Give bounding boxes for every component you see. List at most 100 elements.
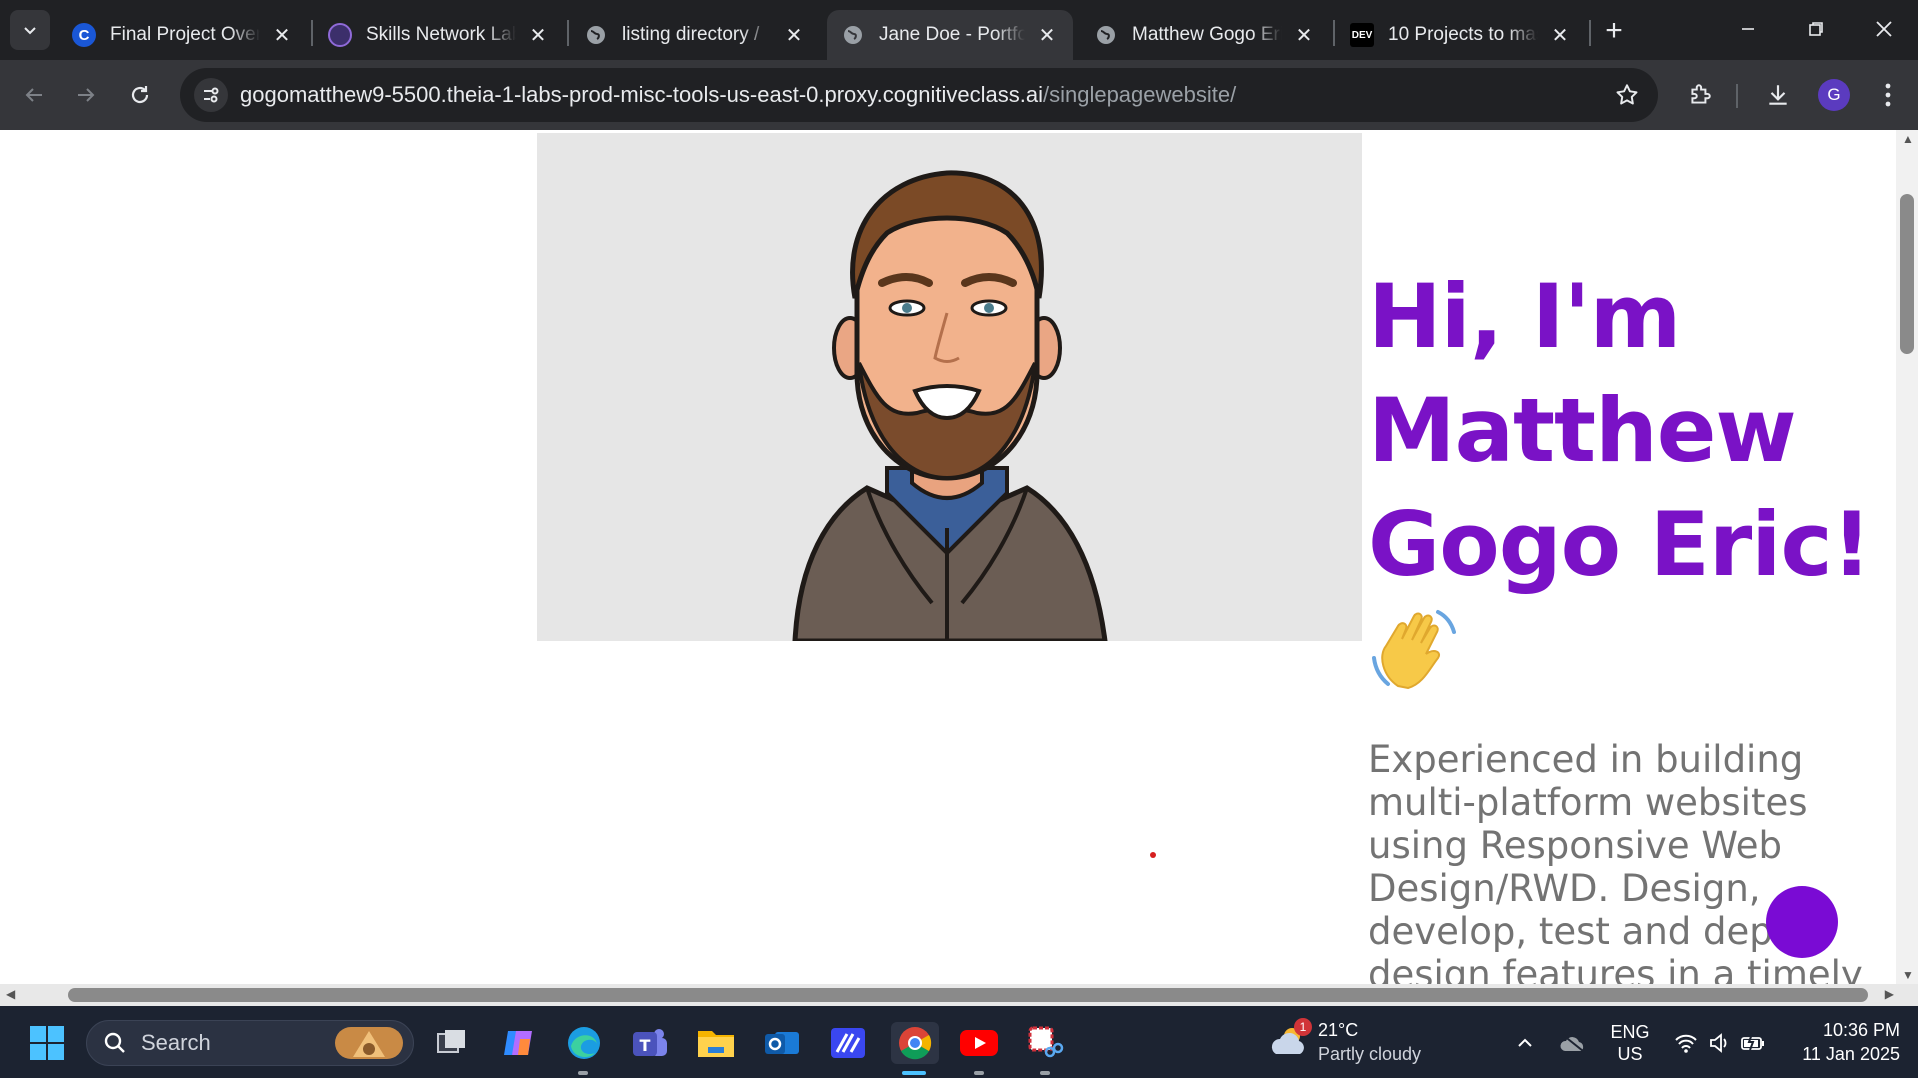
profile-avatar[interactable]: G bbox=[1818, 79, 1850, 111]
tab-listing-directory[interactable]: listing directory / ✕ bbox=[570, 10, 820, 60]
forward-button[interactable] bbox=[64, 73, 108, 117]
tab-10-projects[interactable]: DEV 10 Projects to mas ✕ bbox=[1336, 10, 1586, 60]
tab-separator bbox=[567, 20, 569, 46]
search-highlight-icon bbox=[335, 1027, 403, 1059]
back-button[interactable] bbox=[12, 73, 56, 117]
downloads-button[interactable] bbox=[1756, 73, 1800, 117]
address-bar[interactable]: gogomatthew9-5500.theia-1-labs-prod-misc… bbox=[180, 68, 1658, 122]
snipping-tool-icon bbox=[1028, 1026, 1064, 1058]
tab-title: Matthew Gogo Eric bbox=[1132, 24, 1282, 45]
app-running-indicator bbox=[1040, 1071, 1050, 1075]
task-view-button[interactable] bbox=[430, 1022, 472, 1064]
tab-matthew-gogo-eric[interactable]: Matthew Gogo Eric ✕ bbox=[1080, 10, 1330, 60]
show-hidden-icons-button[interactable] bbox=[1504, 1022, 1546, 1064]
windows-logo-icon bbox=[30, 1026, 64, 1060]
taskbar-search[interactable]: Search bbox=[86, 1020, 414, 1066]
waving-hand-icon bbox=[1372, 610, 1456, 690]
scroll-down-arrow-icon[interactable]: ▼ bbox=[1902, 968, 1914, 982]
clock[interactable]: 10:36 PM 11 Jan 2025 bbox=[1784, 1020, 1900, 1068]
app-active-indicator bbox=[902, 1071, 926, 1075]
minimize-button[interactable] bbox=[1714, 0, 1782, 58]
coursera-icon: C bbox=[72, 23, 96, 47]
toolbar-divider bbox=[1736, 84, 1738, 108]
tab-jane-doe-portfolio[interactable]: Jane Doe - Portfoli ✕ bbox=[827, 10, 1073, 60]
cursor-dot bbox=[1150, 852, 1156, 858]
close-icon[interactable]: ✕ bbox=[1292, 23, 1316, 47]
scroll-left-arrow-icon[interactable]: ◀ bbox=[6, 987, 15, 1001]
tab-separator bbox=[1333, 20, 1335, 46]
region-code: US bbox=[1617, 1044, 1643, 1064]
chrome-app[interactable] bbox=[891, 1022, 939, 1064]
new-tab-button[interactable]: + bbox=[1597, 14, 1631, 48]
vertical-scrollbar[interactable]: ▲ ▼ bbox=[1896, 130, 1918, 984]
restore-button[interactable] bbox=[1782, 0, 1850, 58]
dev-icon: DEV bbox=[1350, 23, 1374, 47]
tab-title: Skills Network Lab bbox=[366, 24, 516, 45]
horizontal-scroll-thumb[interactable] bbox=[68, 988, 1868, 1002]
tab-title: Final Project Overv bbox=[110, 24, 260, 45]
globe-icon bbox=[841, 23, 865, 47]
youtube-app[interactable] bbox=[958, 1022, 1000, 1064]
chevron-down-icon bbox=[24, 27, 36, 35]
close-icon[interactable]: ✕ bbox=[1548, 23, 1572, 47]
close-icon[interactable]: ✕ bbox=[270, 23, 294, 47]
restore-icon bbox=[1809, 22, 1823, 36]
file-explorer-app[interactable] bbox=[695, 1022, 737, 1064]
teams-app[interactable]: T bbox=[629, 1022, 671, 1064]
copilot-icon bbox=[504, 1031, 532, 1055]
reload-button[interactable] bbox=[118, 73, 162, 117]
site-info-icon[interactable] bbox=[194, 78, 228, 112]
copilot-app[interactable] bbox=[497, 1022, 539, 1064]
youtube-icon bbox=[960, 1030, 998, 1056]
search-icon bbox=[104, 1032, 125, 1053]
download-icon bbox=[1769, 85, 1787, 105]
visual-studio-app[interactable] bbox=[827, 1022, 869, 1064]
tab-skills-network[interactable]: Skills Network Lab ✕ bbox=[314, 10, 564, 60]
profile-caricature-image bbox=[537, 133, 1362, 641]
tab-search-button[interactable] bbox=[10, 10, 50, 50]
teams-icon: T bbox=[633, 1029, 667, 1056]
clock-time: 10:36 PM bbox=[1822, 1020, 1900, 1040]
extensions-button[interactable] bbox=[1678, 73, 1722, 117]
horizontal-scrollbar[interactable]: ◀ ▶ bbox=[0, 984, 1918, 1006]
weather-temp: 21°C bbox=[1318, 1020, 1359, 1040]
menu-button[interactable] bbox=[1866, 73, 1910, 117]
kebab-menu-icon bbox=[1885, 83, 1891, 107]
folder-icon bbox=[698, 1031, 734, 1057]
globe-icon bbox=[584, 23, 608, 47]
edge-app[interactable] bbox=[563, 1022, 605, 1064]
app-running-indicator bbox=[974, 1071, 984, 1075]
volume-icon bbox=[1710, 1033, 1727, 1053]
close-icon[interactable]: ✕ bbox=[526, 23, 550, 47]
tab-title: Jane Doe - Portfoli bbox=[879, 24, 1025, 45]
vertical-scroll-thumb[interactable] bbox=[1900, 194, 1914, 354]
edge-icon bbox=[568, 1027, 600, 1059]
onedrive-button[interactable] bbox=[1552, 1022, 1594, 1064]
close-icon[interactable]: ✕ bbox=[1035, 23, 1059, 47]
tab-separator bbox=[311, 20, 313, 46]
tab-strip: C Final Project Overv ✕ Skills Network L… bbox=[0, 0, 1918, 60]
svg-text:T: T bbox=[640, 1036, 651, 1055]
close-icon bbox=[1876, 21, 1892, 37]
weather-widget[interactable]: 1 21°C Partly cloudy bbox=[1270, 1018, 1450, 1068]
reload-icon bbox=[131, 86, 149, 104]
close-window-button[interactable] bbox=[1850, 0, 1918, 58]
quick-settings-button[interactable] bbox=[1672, 1028, 1768, 1058]
snipping-tool-app[interactable] bbox=[1024, 1022, 1066, 1064]
url-text[interactable]: gogomatthew9-5500.theia-1-labs-prod-misc… bbox=[240, 82, 1236, 108]
bookmark-star-button[interactable] bbox=[1610, 78, 1644, 112]
scroll-up-arrow-icon[interactable]: ▲ bbox=[1902, 132, 1914, 146]
close-icon[interactable]: ✕ bbox=[782, 23, 806, 47]
tab-final-project[interactable]: C Final Project Overv ✕ bbox=[58, 10, 308, 60]
code-editor-icon bbox=[831, 1028, 865, 1058]
outlook-app[interactable] bbox=[761, 1022, 803, 1064]
hero-title: Hi, I'm Matthew Gogo Eric! bbox=[1368, 265, 1872, 596]
floating-action-button[interactable] bbox=[1766, 886, 1838, 958]
scroll-right-arrow-icon[interactable]: ▶ bbox=[1885, 987, 1894, 1001]
language-indicator[interactable]: ENG US bbox=[1604, 1022, 1656, 1066]
language-code: ENG bbox=[1610, 1022, 1650, 1042]
chrome-icon bbox=[899, 1027, 932, 1060]
chevron-up-icon bbox=[1518, 1038, 1532, 1047]
start-button[interactable] bbox=[26, 1022, 68, 1064]
url-path: /singlepagewebsite/ bbox=[1042, 82, 1237, 107]
